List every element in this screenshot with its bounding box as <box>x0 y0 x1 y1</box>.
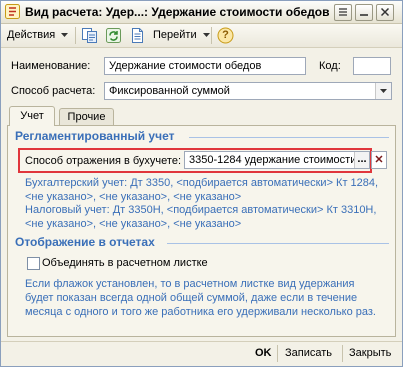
copy-document-icon[interactable] <box>81 27 98 44</box>
tab-prochie[interactable]: Прочие <box>59 108 114 125</box>
chevron-down-icon <box>380 89 387 93</box>
combine-checkbox[interactable] <box>27 257 40 270</box>
reflection-clear-button[interactable]: ✕ <box>371 151 387 169</box>
close-button[interactable]: Закрыть <box>349 347 391 359</box>
tax-info-line: <не указано>, <не указано>, <не указано> <box>25 218 242 230</box>
close-window-button[interactable] <box>376 4 394 21</box>
dropdown-arrow-icon <box>202 32 210 37</box>
toolbar: Действия Перейти ? <box>1 24 402 48</box>
toolbar-separator <box>75 27 76 44</box>
reflection-input[interactable]: 3350-1284 удержание стоимости ... <box>184 151 370 169</box>
dialog-window: Вид расчета: Удер...: Удержание стоимост… <box>0 0 403 367</box>
window-title: Вид расчета: Удер...: Удержание стоимост… <box>25 5 330 19</box>
name-input[interactable]: Удержание стоимости обедов <box>104 57 306 75</box>
accounting-info-line: <не указано>, <не указано>, <не указано> <box>25 191 242 203</box>
actions-menu[interactable]: Действия <box>7 27 69 44</box>
reflection-select-button[interactable]: ... <box>354 152 369 168</box>
title-bar: Вид расчета: Удер...: Удержание стоимост… <box>1 1 402 24</box>
method-select[interactable]: Фиксированной суммой <box>104 82 392 100</box>
tab-label: Учет <box>20 110 44 122</box>
reflection-value: 3350-1284 удержание стоимости <box>189 154 357 166</box>
accounting-section-title: Регламентированный учет <box>15 129 175 143</box>
clear-icon: ✕ <box>374 154 384 166</box>
refresh-icon[interactable] <box>105 27 122 44</box>
method-label: Способ расчета: <box>11 85 96 97</box>
tax-info-line: Налоговый учет: Дт 3350Н, <подбирается а… <box>25 204 377 216</box>
button-separator <box>277 345 278 362</box>
method-value: Фиксированной суммой <box>109 85 230 97</box>
button-separator <box>342 345 343 362</box>
actions-label: Действия <box>7 29 56 41</box>
reports-section-title: Отображение в отчетах <box>15 235 155 249</box>
hint-line: Если флажок установлен, то в расчетном л… <box>25 278 355 290</box>
name-label: Наименование: <box>11 60 91 72</box>
bottom-bar: OK Записать Закрыть <box>1 341 402 367</box>
hint-line: будет показан всегда одной общей суммой,… <box>25 292 358 304</box>
window-menu-button[interactable] <box>334 4 352 21</box>
help-button[interactable]: ? <box>217 27 234 44</box>
minimize-button[interactable] <box>355 4 373 21</box>
save-button[interactable]: Записать <box>285 347 332 359</box>
app-icon <box>5 4 20 19</box>
close-icon <box>380 7 390 17</box>
combine-label[interactable]: Объединять в расчетном листке <box>42 257 208 269</box>
tab-label: Прочие <box>67 111 106 123</box>
document-icon[interactable] <box>129 27 146 44</box>
accounting-info-line: Бухгалтерский учет: Дт 3350, <подбираетс… <box>25 177 379 189</box>
menu-icon <box>339 8 347 16</box>
dropdown-arrow-icon <box>61 32 69 37</box>
code-input[interactable] <box>353 57 391 75</box>
minimize-icon <box>360 14 368 16</box>
section-divider <box>189 137 389 138</box>
ok-button[interactable]: OK <box>255 347 272 359</box>
reflection-label: Способ отражения в бухучете: <box>25 155 182 167</box>
toolbar-separator <box>211 27 212 44</box>
code-label: Код: <box>319 60 341 72</box>
section-divider <box>167 243 389 244</box>
tab-uchet[interactable]: Учет <box>9 106 55 126</box>
goto-menu[interactable]: Перейти <box>153 27 210 44</box>
goto-label: Перейти <box>153 29 197 41</box>
hint-line: месяца с одного и того же работника его … <box>25 306 376 318</box>
method-dropdown-button[interactable] <box>375 83 391 99</box>
help-label: ? <box>222 29 229 41</box>
